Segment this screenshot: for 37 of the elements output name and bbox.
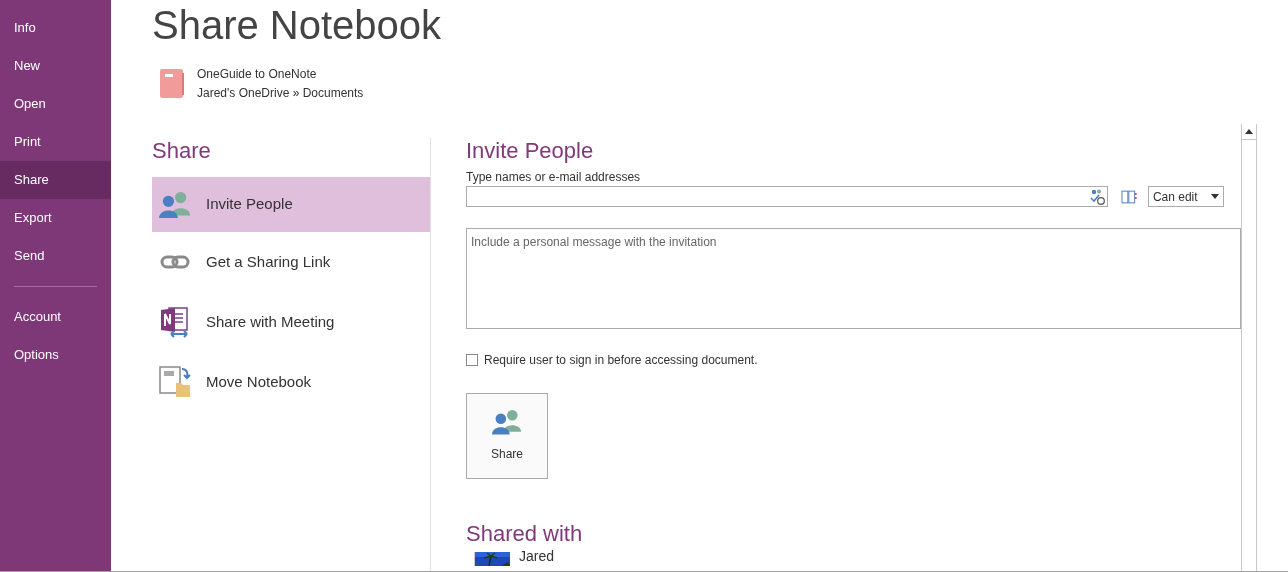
names-field[interactable] [466,186,1109,207]
sidebar-item[interactable]: Info [0,9,111,47]
address-book-icon[interactable] [1121,189,1137,204]
link-icon [160,255,190,269]
scroll-up-icon[interactable] [1245,129,1253,134]
sidebar-item[interactable]: Options [0,336,111,374]
notebook-arrows-icon [159,306,191,338]
notebook-name: OneGuide to OneNote [197,66,318,83]
share-option[interactable]: Share with Meeting [152,292,430,352]
check-names-icon [1089,188,1106,205]
section-heading: Share [152,138,212,165]
share-option[interactable]: Invite People [152,177,430,232]
share-button[interactable]: Share [466,393,548,479]
sidebar-item[interactable]: Open [0,85,111,123]
sidebar-item[interactable]: Send [0,237,111,275]
page-title: Share Notebook [152,2,443,49]
section-heading: Invite People [466,138,595,164]
caret-icon [1211,194,1220,199]
notebook-folder-icon [159,366,191,398]
section-heading: Shared with [466,521,584,547]
permission-dropdown[interactable]: Can edit [1147,186,1225,207]
notebook-location: Jared's OneDrive » Documents [197,85,364,102]
sidebar-item[interactable]: Share [0,161,111,199]
sidebar-item[interactable]: Account [0,298,111,336]
checkbox[interactable] [466,354,478,366]
people-icon [492,409,522,435]
sidebar-item[interactable]: New [0,47,111,85]
sidebar-item[interactable]: Export [0,199,111,237]
field-label: Type names or e-mail addresses [466,170,642,184]
people-icon [159,190,191,219]
notebook-icon [160,69,185,99]
sidebar-item[interactable]: Print [0,123,111,161]
checkbox-label: Require user to sign in before accessing document. [484,352,758,369]
share-option[interactable]: Move Notebook [152,352,430,412]
message-field[interactable]: Include a personal message with the invitation [466,228,1241,329]
share-option[interactable]: Get a Sharing Link [152,232,430,292]
person-name: Jared [519,549,555,563]
